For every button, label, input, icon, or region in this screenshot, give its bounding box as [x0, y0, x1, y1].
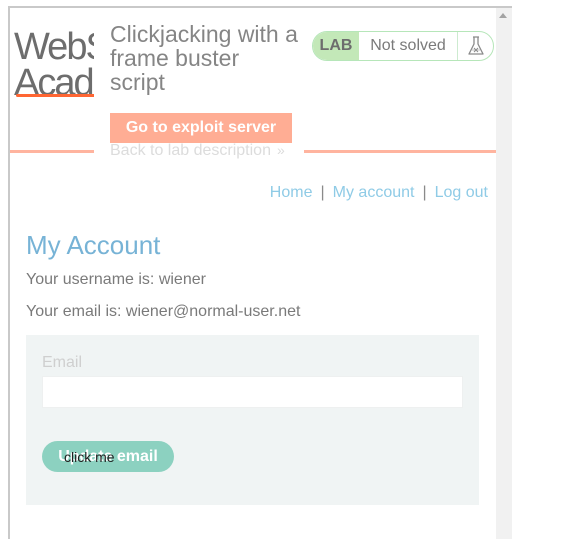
nav-separator: |: [320, 184, 325, 201]
lab-badge: LAB: [313, 32, 359, 60]
lab-status-widget: LAB Not solved: [312, 31, 494, 61]
page-title: My Account: [26, 230, 161, 260]
nav-my-account-link[interactable]: My account: [333, 184, 415, 201]
lab-iframe: WebSecurity Academy Clickjacking with a …: [8, 6, 512, 539]
change-email-form: Email Update email click me: [26, 335, 479, 505]
flask-icon: [458, 32, 493, 60]
lab-title: Clickjacking with a frame buster script: [110, 21, 298, 95]
click-me-decoy[interactable]: click me: [64, 449, 115, 465]
email-field[interactable]: [42, 376, 463, 408]
email-text: Your email is: wiener@normal-user.net: [26, 303, 301, 320]
web-security-academy-logo: WebSecurity Academy: [14, 26, 94, 98]
logo-underline: [16, 94, 94, 97]
back-link-label: Back to lab description: [110, 142, 271, 159]
nav-home-link[interactable]: Home: [270, 184, 313, 201]
nav-log-out-link[interactable]: Log out: [435, 184, 488, 201]
scroll-up-arrow-icon[interactable]: [499, 13, 507, 18]
vertical-scrollbar[interactable]: [496, 8, 512, 539]
nav-separator: |: [422, 184, 427, 201]
top-navigation: Home | My account | Log out: [270, 184, 488, 202]
double-chevron-right-icon: »: [276, 142, 285, 158]
logo-line-2: Academy: [14, 62, 94, 98]
username-text: Your username is: wiener: [26, 271, 206, 288]
lab-status-text: Not solved: [359, 32, 458, 60]
lab-header: Clickjacking with a frame buster script …: [94, 8, 304, 160]
go-to-exploit-server-button[interactable]: Go to exploit server: [110, 113, 292, 143]
back-to-lab-description-link[interactable]: Back to lab description »: [110, 142, 285, 160]
email-field-label: Email: [42, 354, 83, 371]
